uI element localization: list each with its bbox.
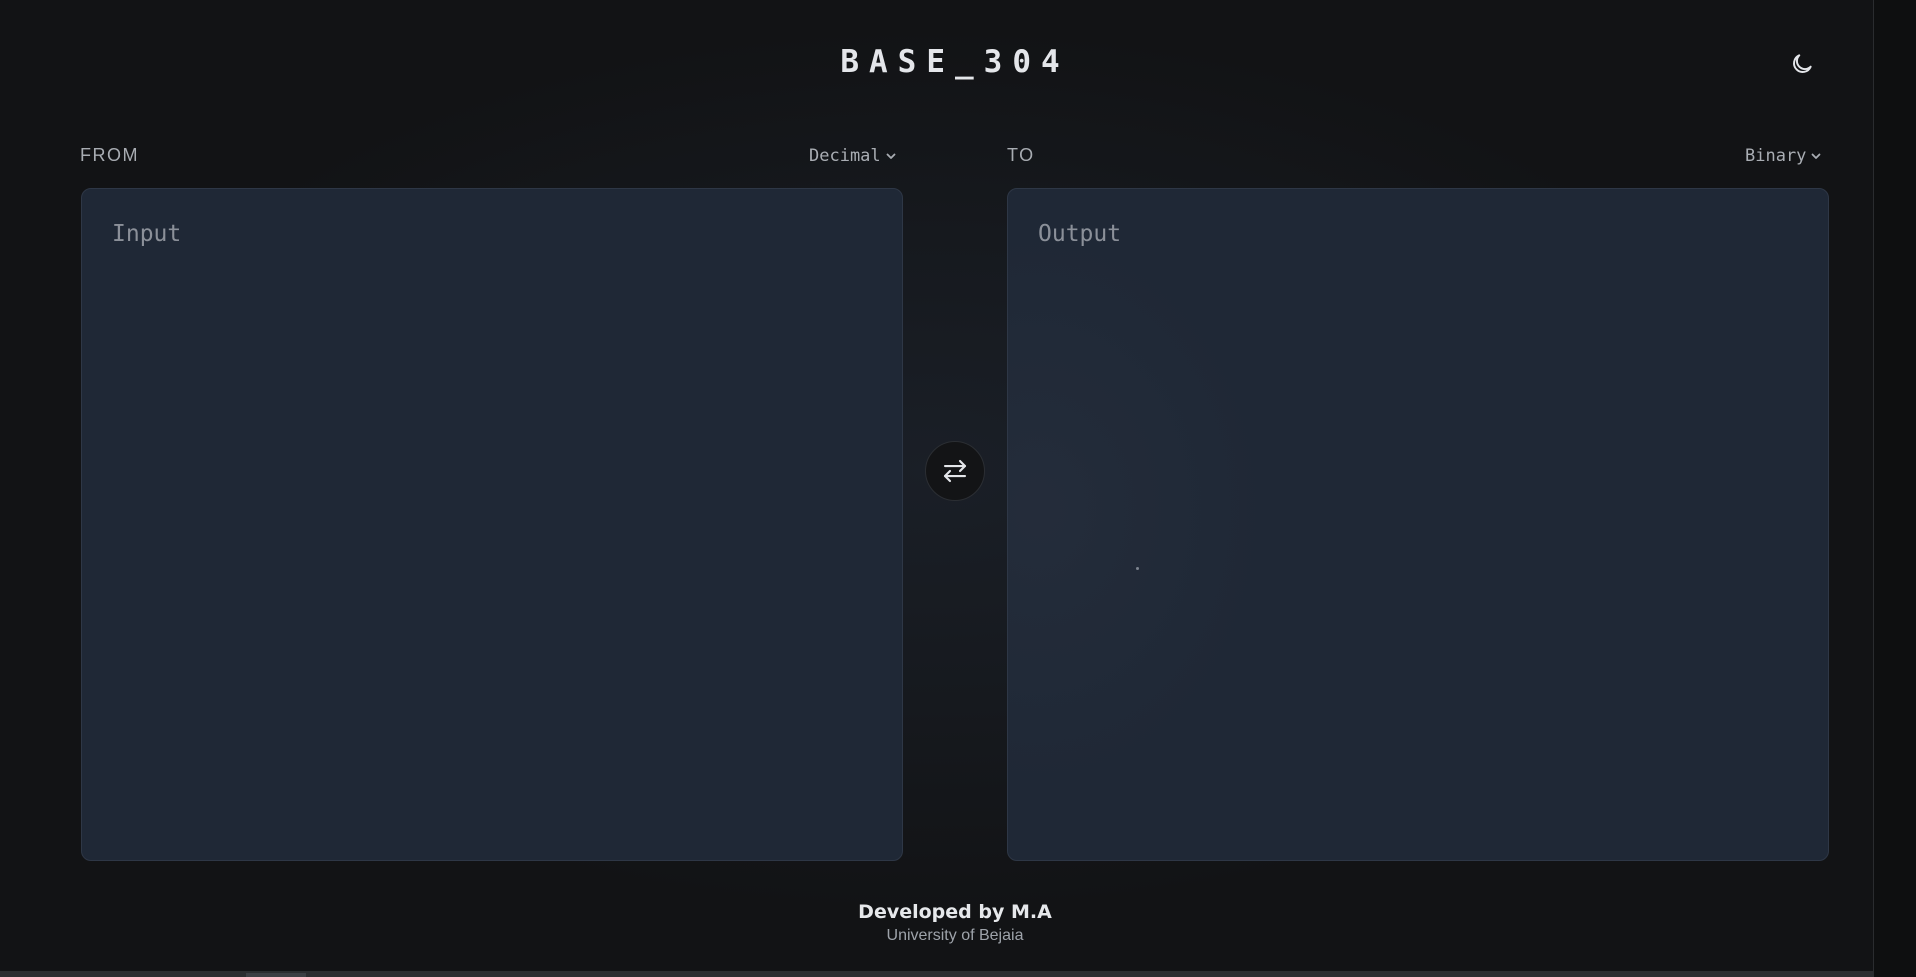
theme-toggle-button[interactable] (1786, 48, 1818, 80)
footer-organization: University of Bejaia (886, 927, 1024, 944)
input-panel (81, 188, 903, 861)
scrollbar-thumb[interactable] (246, 973, 306, 977)
output-field[interactable] (1008, 189, 1828, 860)
from-base-select[interactable]: Decimal (809, 146, 897, 166)
app-logo-title: BASE_304 (840, 44, 1070, 80)
window-right-gutter (1874, 0, 1916, 977)
to-base-value: Binary (1745, 146, 1807, 166)
output-panel (1007, 188, 1829, 861)
from-label: FROM (80, 145, 139, 165)
swap-arrows-icon (943, 459, 967, 483)
mouse-cursor-dot (1136, 567, 1139, 570)
to-base-select[interactable]: Binary (1745, 146, 1822, 166)
chevron-down-icon (1812, 153, 1821, 159)
to-label: TO (1007, 145, 1035, 165)
input-field[interactable] (82, 189, 902, 860)
footer-credit: Developed by M.A (858, 901, 1052, 923)
app-window: BASE_304 FROM Decimal TO Binary (0, 0, 1874, 972)
moon-icon (1793, 54, 1812, 73)
horizontal-scrollbar[interactable] (0, 971, 1874, 977)
footer: Developed by M.A University of Bejaia (0, 901, 1910, 945)
swap-button[interactable] (925, 441, 985, 501)
from-base-value: Decimal (809, 146, 881, 166)
chevron-down-icon (886, 153, 896, 159)
